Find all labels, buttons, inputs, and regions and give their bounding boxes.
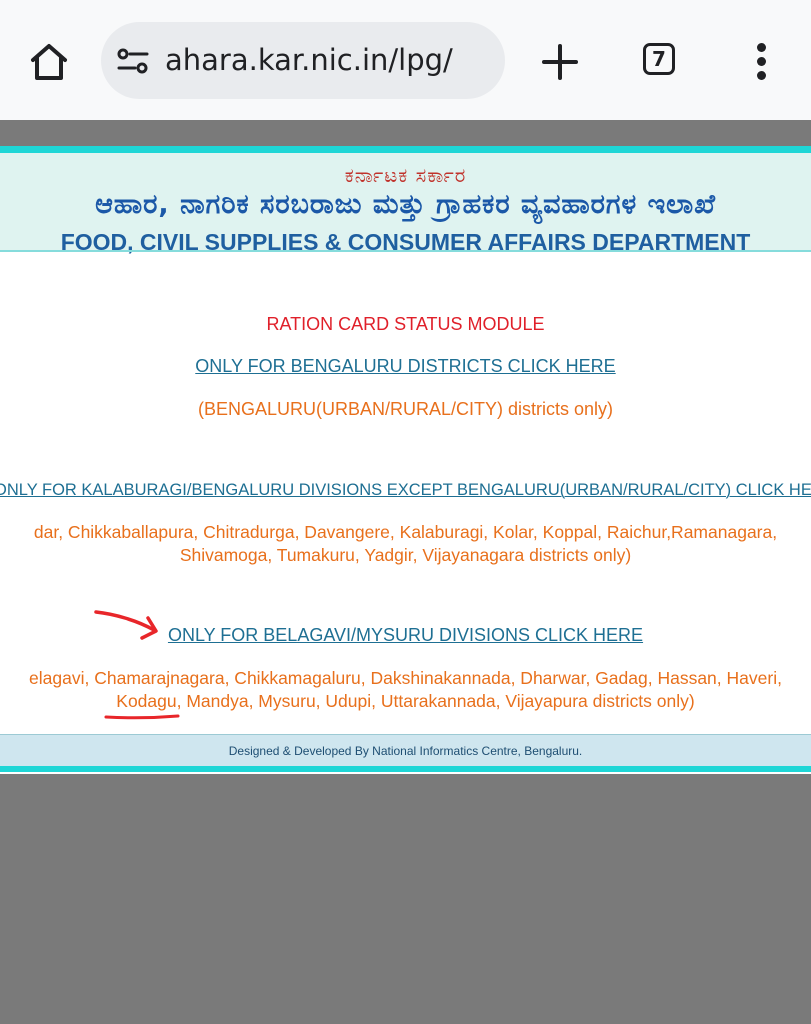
department-banner: ಕರ್ನಾಟಕ ಸರ್ಕಾರ ಆಹಾರ, ನಾಗರಿಕ ಸರಬರಾಜು ಮತ್ತ… (0, 146, 811, 255)
new-tab-button[interactable] (540, 42, 580, 82)
module-title: RATION CARD STATUS MODULE (266, 314, 545, 334)
tab-switcher-button[interactable]: 7 (643, 43, 675, 75)
kalaburagi-districts-note-line1: dar, Chikkaballapura, Chitradurga, Davan… (33, 522, 778, 542)
home-button[interactable] (26, 40, 72, 84)
url-text[interactable]: ahara.kar.nic.in/lpg/ (165, 39, 453, 81)
footer: Designed & Developed By National Informa… (0, 734, 811, 769)
annotation-underline-mandya (104, 714, 180, 720)
footer-credit: Designed & Developed By National Informa… (228, 744, 583, 758)
browser-toolbar: ahara.kar.nic.in/lpg/ 7 (0, 0, 811, 120)
kalaburagi-divisions-link[interactable]: ONLY FOR KALABURAGI/BENGALURU DIVISIONS … (0, 481, 811, 499)
web-page: ಕರ್ನಾಟಕ ಸರ್ಕಾರ ಆಹಾರ, ನಾಗರಿಕ ಸರಬರಾಜು ಮತ್ತ… (0, 146, 811, 774)
belagavi-districts-note-line1: elagavi, Chamarajnagara, Chikkamagaluru,… (29, 668, 782, 688)
more-menu-icon[interactable] (748, 40, 774, 84)
bengaluru-districts-link[interactable]: ONLY FOR BENGALURU DISTRICTS CLICK HERE (195, 356, 615, 376)
belagavi-divisions-link[interactable]: ONLY FOR BELAGAVI/MYSURU DIVISIONS CLICK… (168, 625, 643, 645)
site-settings-icon[interactable] (115, 44, 151, 78)
address-bar[interactable]: ahara.kar.nic.in/lpg/ (101, 22, 505, 99)
belagavi-districts-note-line2: Kodagu, Mandya, Mysuru, Udupi, Uttarakan… (116, 691, 695, 711)
banner-divider (0, 250, 811, 252)
footer-stripe (0, 766, 811, 772)
bengaluru-districts-note: (BENGALURU(URBAN/RURAL/CITY) districts o… (197, 399, 614, 419)
home-icon (31, 44, 67, 80)
government-title-kannada: ಕರ್ನಾಟಕ ಸರ್ಕಾರ (344, 163, 467, 187)
kalaburagi-districts-note-line2: Shivamoga, Tumakuru, Yadgir, Vijayanagar… (179, 545, 632, 565)
annotation-arrow (94, 610, 158, 640)
plus-icon (542, 44, 578, 80)
department-title-kannada: ಆಹಾರ, ನಾಗರಿಕ ಸರಬರಾಜು ಮತ್ತು ಗ್ರಾಹಕರ ವ್ಯವಹ… (95, 189, 716, 220)
